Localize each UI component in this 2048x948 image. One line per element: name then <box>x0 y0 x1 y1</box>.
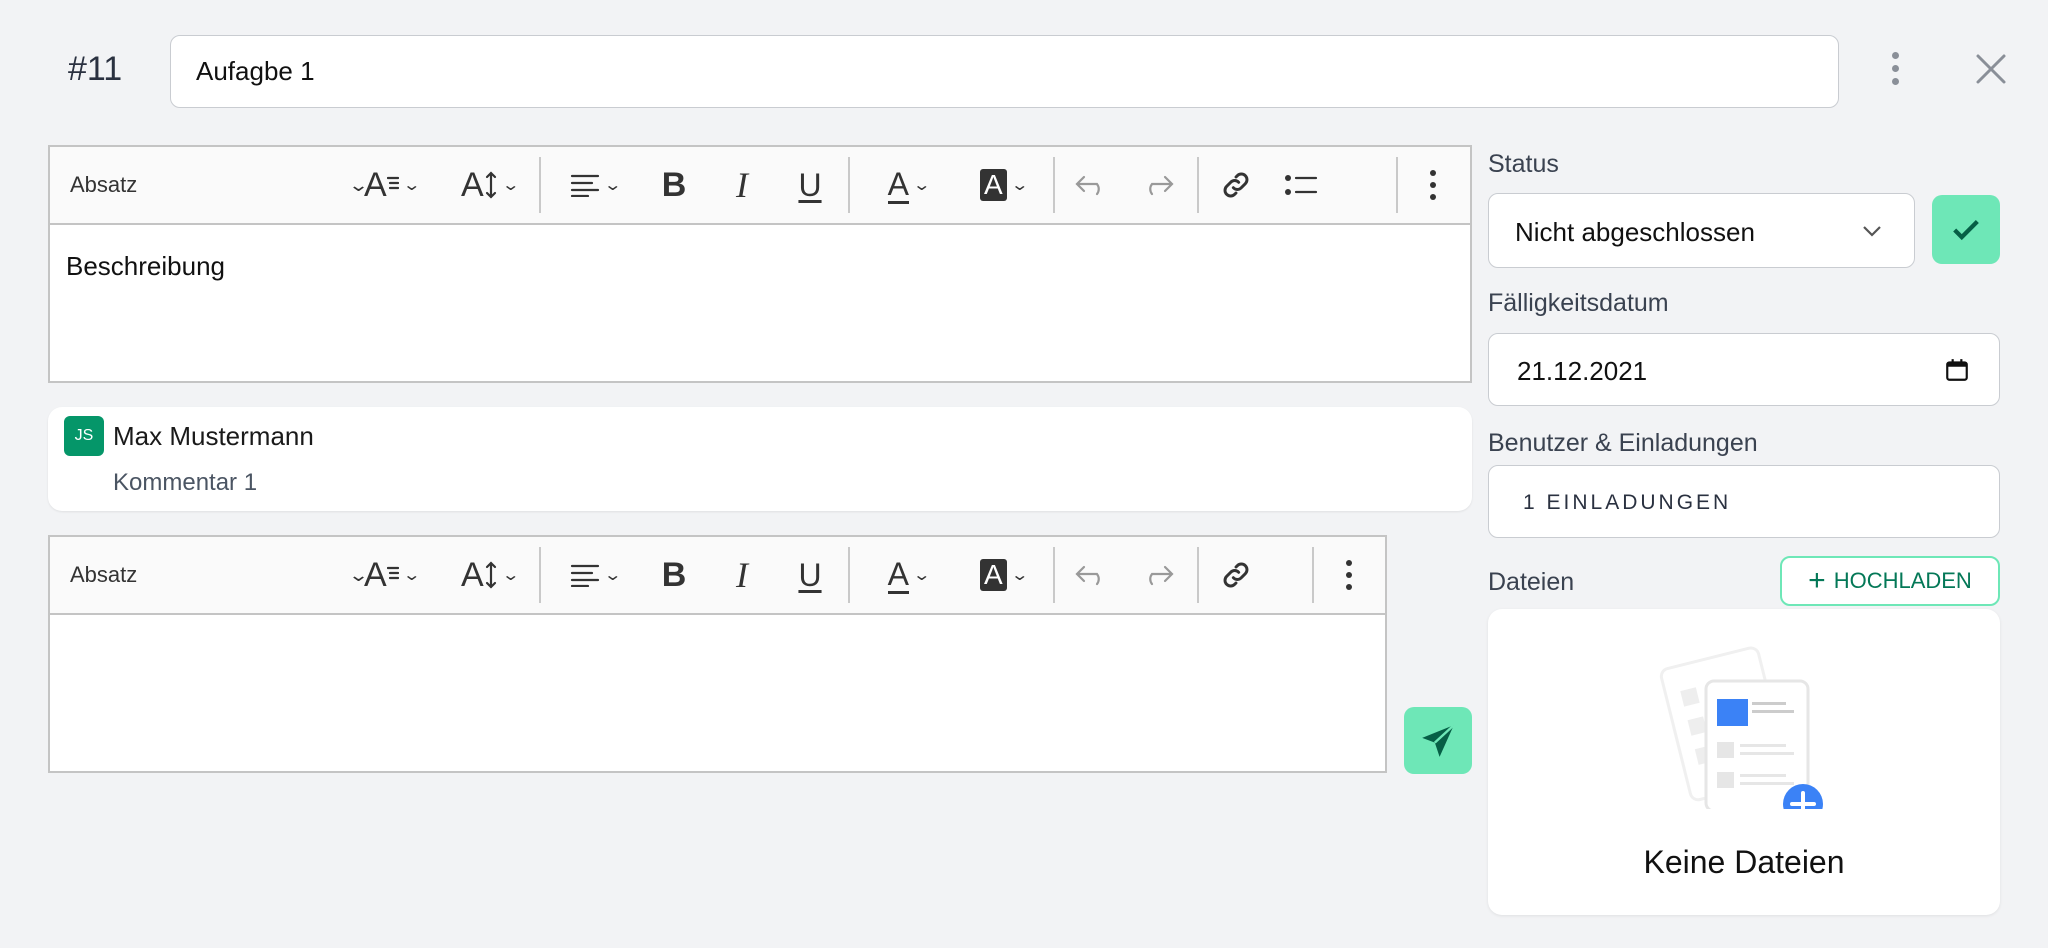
users-label: Benutzer & Einladungen <box>1488 429 1758 457</box>
invites-button[interactable]: 1 EINLADUNGEN <box>1488 465 2000 538</box>
due-date-input[interactable]: 21.12.2021 <box>1488 333 2000 406</box>
link-button[interactable] <box>1213 537 1259 613</box>
toolbar-separator <box>848 547 850 603</box>
italic-button[interactable]: I <box>718 147 766 223</box>
font-size-button[interactable]: A ⌄ <box>350 147 432 223</box>
editor-toolbar: Absatz ⌄ A ⌄ A ⌄ ⌄ B I U A ⌄ A ⌄ <box>50 537 1385 615</box>
files-label: Dateien <box>1488 568 1575 596</box>
status-label: Status <box>1488 150 1559 178</box>
toolbar-separator <box>1053 547 1055 603</box>
comment-text: Kommentar 1 <box>113 469 258 496</box>
send-comment-button[interactable] <box>1404 707 1472 774</box>
bulleted-list-button[interactable] <box>1278 147 1324 223</box>
comment-card: JS Max Mustermann Kommentar 1 <box>48 407 1472 511</box>
redo-button[interactable] <box>1135 537 1181 613</box>
more-toolbar-button[interactable] <box>1326 537 1372 613</box>
font-size-button[interactable]: A ⌄ <box>350 537 432 613</box>
mark-complete-button[interactable] <box>1932 195 2000 264</box>
bold-button[interactable]: B <box>650 537 698 613</box>
align-button[interactable]: ⌄ <box>555 537 635 613</box>
toolbar-separator <box>1396 157 1398 213</box>
background-color-button[interactable]: A ⌄ <box>962 147 1044 223</box>
no-files-text: Keine Dateien <box>1643 844 1845 880</box>
status-select[interactable]: Nicht abgeschlossen <box>1488 193 1915 268</box>
description-editor[interactable]: Absatz ⌄ A ⌄ A ⌄ ⌄ B I U A ⌄ A ⌄ Beschreibung <box>48 145 1472 383</box>
undo-button[interactable] <box>1068 147 1114 223</box>
check-icon <box>1953 219 1979 240</box>
line-height-button[interactable]: A ⌄ <box>446 147 532 223</box>
status-value: Nicht abgeschlossen <box>1515 217 1755 247</box>
empty-files-illustration <box>1659 646 1823 809</box>
calendar-icon[interactable] <box>1944 357 1970 383</box>
toolbar-separator <box>1197 547 1199 603</box>
font-color-button[interactable]: A ⌄ <box>868 537 948 613</box>
block-format-select[interactable]: Absatz ⌄ <box>50 147 369 223</box>
block-format-value: Absatz <box>70 172 138 197</box>
toolbar-separator <box>539 157 541 213</box>
avatar: JS <box>64 416 104 456</box>
upload-button[interactable]: + HOCHLADEN <box>1780 556 2000 606</box>
toolbar-separator <box>848 157 850 213</box>
chevron-down-icon <box>1863 226 1881 237</box>
block-format-select[interactable]: Absatz ⌄ <box>50 537 369 613</box>
toolbar-separator <box>1197 157 1199 213</box>
comment-author: Max Mustermann <box>113 421 314 451</box>
toolbar-separator <box>539 547 541 603</box>
toolbar-separator <box>1312 547 1314 603</box>
editor-toolbar: Absatz ⌄ A ⌄ A ⌄ ⌄ B I U A ⌄ A ⌄ <box>50 147 1470 225</box>
comment-editor[interactable]: Absatz ⌄ A ⌄ A ⌄ ⌄ B I U A ⌄ A ⌄ <box>48 535 1387 773</box>
redo-button[interactable] <box>1135 147 1181 223</box>
italic-button[interactable]: I <box>718 537 766 613</box>
comment-input[interactable] <box>50 615 1385 765</box>
task-number: #11 <box>68 50 123 88</box>
background-color-button[interactable]: A ⌄ <box>962 537 1044 613</box>
due-date-label: Fälligkeitsdatum <box>1488 289 1669 317</box>
upload-label: HOCHLADEN <box>1833 568 1972 593</box>
plus-icon: + <box>1808 564 1826 597</box>
close-icon[interactable] <box>1974 52 2008 91</box>
title-input[interactable]: Aufagbe 1 <box>170 35 1839 108</box>
files-dropzone[interactable]: Keine Dateien <box>1488 609 2000 915</box>
align-button[interactable]: ⌄ <box>555 147 635 223</box>
line-height-button[interactable]: A ⌄ <box>446 537 532 613</box>
block-format-value: Absatz <box>70 562 138 587</box>
font-color-button[interactable]: A ⌄ <box>868 147 948 223</box>
undo-button[interactable] <box>1068 537 1114 613</box>
more-toolbar-button[interactable] <box>1410 147 1456 223</box>
description-content[interactable]: Beschreibung <box>50 225 1470 308</box>
invites-label: 1 EINLADUNGEN <box>1523 491 1732 514</box>
due-date-value: 21.12.2021 <box>1517 356 1648 386</box>
more-options-icon[interactable] <box>1891 52 1899 85</box>
toolbar-separator <box>1053 157 1055 213</box>
underline-button[interactable]: U <box>786 147 834 223</box>
send-icon <box>1422 723 1455 757</box>
underline-button[interactable]: U <box>786 537 834 613</box>
link-button[interactable] <box>1213 147 1259 223</box>
bold-button[interactable]: B <box>650 147 698 223</box>
